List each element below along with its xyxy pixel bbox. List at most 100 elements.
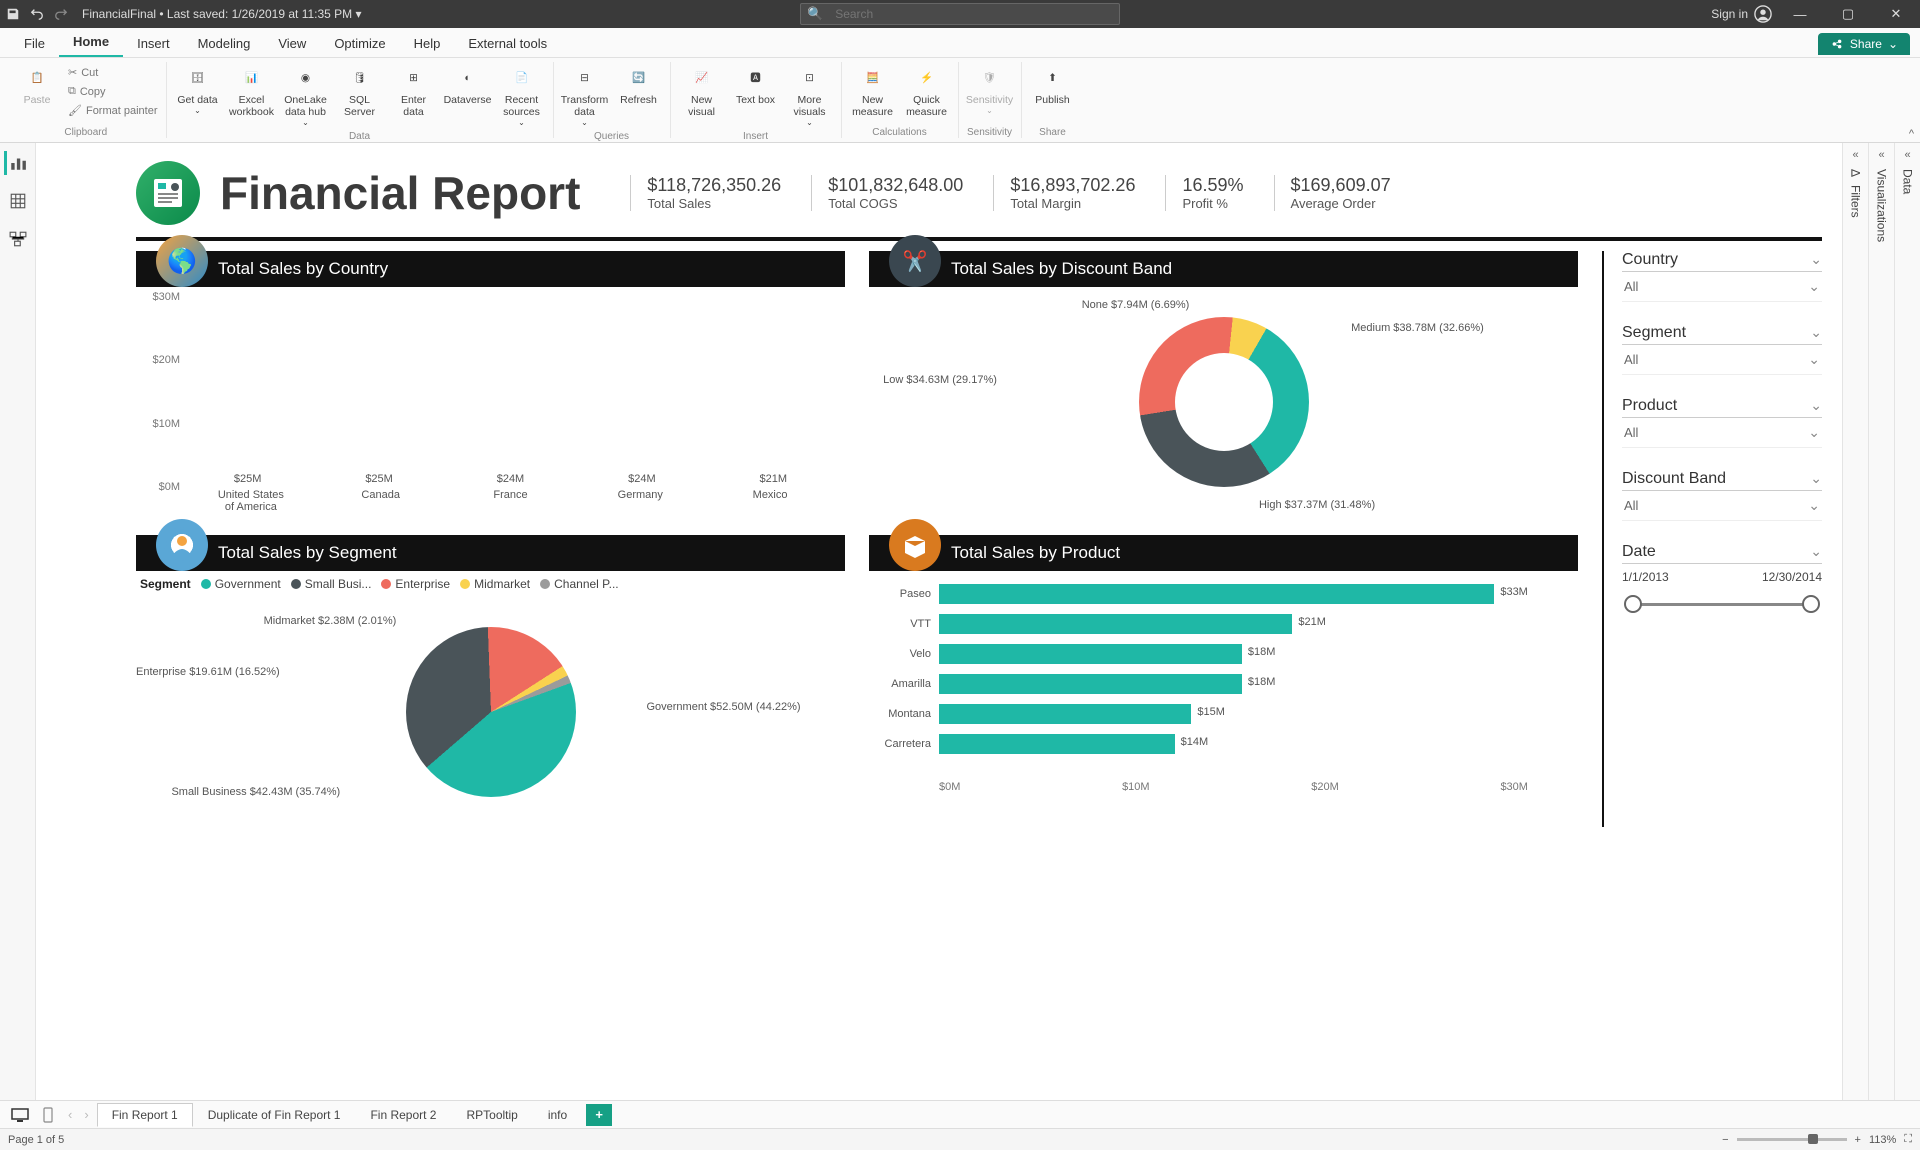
sql-icon: 🛢 [346,64,374,92]
page-tab[interactable]: RPTooltip [451,1103,532,1127]
tab-external[interactable]: External tools [454,30,561,57]
brush-icon: 🖌 [68,104,82,117]
new-visual-button[interactable]: 📈New visual [677,62,727,120]
chevron-down-icon[interactable] [1808,424,1820,441]
maximize-button[interactable]: ▢ [1828,0,1868,28]
recent-sources-button[interactable]: 📄Recent sources⌄ [497,62,547,129]
refresh-button[interactable]: 🔄Refresh [614,62,664,108]
text-box-button[interactable]: 🅰Text box [731,62,781,108]
tab-file[interactable]: File [10,30,59,57]
signin-button[interactable]: Sign in [1711,5,1772,23]
next-page-button[interactable]: › [80,1107,92,1122]
chart-product[interactable]: Paseo$33MVTT$21MVelo$18MAmarilla$18MMont… [869,571,1578,801]
chevron-down-icon[interactable] [1810,324,1822,342]
search-box[interactable]: 🔍 [800,3,1120,25]
sensitivity-button[interactable]: 🛡Sensitivity⌄ [965,62,1015,117]
publish-button[interactable]: ⬆Publish [1028,62,1078,108]
chart-segment[interactable]: Government $52.50M (44.22%)Small Busines… [136,597,845,827]
chart-country[interactable]: $0M$10M$20M$30M$25M$25M$24M$24M$21MUnite… [136,287,845,517]
panel-segment-title: Total Sales by Segment [218,543,397,563]
zoom-out-button[interactable]: − [1722,1134,1728,1146]
panel-country[interactable]: 🌎 Total Sales by Country $0M$10M$20M$30M… [136,251,845,517]
quick-measure-button[interactable]: ⚡Quick measure [902,62,952,120]
cut-icon: ✂ [68,66,77,79]
get-data-button[interactable]: 🗄Get data⌄ [173,62,223,117]
model-view-icon[interactable] [6,227,30,251]
tab-home[interactable]: Home [59,28,123,57]
tab-insert[interactable]: Insert [123,30,184,57]
transform-button[interactable]: ⊟Transform data⌄ [560,62,610,129]
mobile-layout-icon[interactable] [36,1105,60,1125]
minimize-button[interactable]: — [1780,0,1820,28]
cut-button[interactable]: ✂Cut [66,64,160,81]
ribbon: 📋Paste ✂Cut ⧉Copy 🖌Format painter Clipbo… [0,58,1920,143]
slicer-segment[interactable]: Segment All [1622,324,1822,375]
onelake-button[interactable]: ◉OneLake data hub⌄ [281,62,331,129]
slider-handle-right[interactable] [1802,595,1820,613]
titlebar: FinancialFinal • Last saved: 1/26/2019 a… [0,0,1920,28]
report-view-icon[interactable] [4,151,28,175]
slicer-country[interactable]: Country All [1622,251,1822,302]
desktop-layout-icon[interactable] [8,1105,32,1125]
tab-view[interactable]: View [264,30,320,57]
zoom-slider[interactable] [1737,1138,1847,1141]
undo-icon[interactable] [28,5,46,23]
slider-handle-left[interactable] [1624,595,1642,613]
chevron-down-icon[interactable] [1808,497,1820,514]
page-tab[interactable]: Fin Report 1 [97,1103,193,1127]
slicer-product[interactable]: Product All [1622,397,1822,448]
sql-button[interactable]: 🛢SQL Server [335,62,385,120]
chevron-down-icon[interactable] [1810,251,1822,269]
prev-page-button[interactable]: ‹ [64,1107,76,1122]
fit-page-button[interactable]: ⛶ [1904,1133,1912,1146]
page-tab[interactable]: Fin Report 2 [355,1103,451,1127]
visualizations-pane[interactable]: «Visualizations [1868,143,1894,1100]
tab-modeling[interactable]: Modeling [184,30,265,57]
group-share-label: Share [1039,125,1066,138]
search-input[interactable] [829,7,1119,21]
page-tab[interactable]: info [533,1103,582,1127]
chevron-down-icon[interactable] [1808,351,1820,368]
save-icon[interactable] [4,5,22,23]
chevron-down-icon[interactable] [1808,278,1820,295]
tab-help[interactable]: Help [400,30,455,57]
panel-product[interactable]: Total Sales by Product Paseo$33MVTT$21MV… [869,535,1578,827]
slicer-date[interactable]: Date 1/1/201312/30/2014 [1622,543,1822,618]
zoom-in-button[interactable]: + [1855,1134,1861,1146]
search-icon: 🔍 [801,6,829,22]
paste-button[interactable]: 📋Paste [12,62,62,108]
date-slider[interactable] [1622,590,1822,618]
report-canvas[interactable]: Financial Report $118,726,350.26Total Sa… [36,143,1842,1100]
paste-icon: 📋 [23,64,51,92]
kpi: $101,832,648.00Total COGS [811,175,963,211]
chevron-down-icon[interactable] [1810,470,1822,488]
panel-discount[interactable]: ✂️ Total Sales by Discount Band Medium $… [869,251,1578,517]
tab-optimize[interactable]: Optimize [320,30,399,57]
share-button[interactable]: Share ⌄ [1818,33,1910,55]
dataverse-button[interactable]: ◐Dataverse [443,62,493,108]
recent-icon: 📄 [508,64,536,92]
redo-icon[interactable] [52,5,70,23]
more-visuals-button[interactable]: ⊡More visuals⌄ [785,62,835,129]
excel-button[interactable]: 📊Excel workbook [227,62,277,120]
search-wrap: 🔍 [800,3,1120,25]
close-button[interactable]: ✕ [1876,0,1916,28]
ribbon-collapse-button[interactable]: ^ [1909,128,1914,140]
copy-button[interactable]: ⧉Copy [66,83,160,100]
data-pane[interactable]: «Data [1894,143,1920,1100]
enter-data-button[interactable]: ⊞Enter data [389,62,439,120]
chart-discount[interactable]: Medium $38.78M (32.66%)High $37.37M (31.… [869,287,1578,517]
format-painter-button[interactable]: 🖌Format painter [66,102,160,119]
page-tab[interactable]: Duplicate of Fin Report 1 [193,1103,356,1127]
slicer-discount[interactable]: Discount Band All [1622,470,1822,521]
transform-icon: ⊟ [571,64,599,92]
panel-segment[interactable]: Total Sales by Segment SegmentGovernment… [136,535,845,827]
chevron-down-icon[interactable] [1810,397,1822,415]
data-view-icon[interactable] [6,189,30,213]
filters-pane[interactable]: «∇Filters [1842,143,1868,1100]
chevron-down-icon[interactable] [1810,543,1822,561]
status-bar: Page 1 of 5 − + 113% ⛶ [0,1128,1920,1150]
add-page-button[interactable]: + [586,1104,612,1126]
new-measure-button[interactable]: 🧮New measure [848,62,898,120]
onelake-icon: ◉ [292,64,320,92]
